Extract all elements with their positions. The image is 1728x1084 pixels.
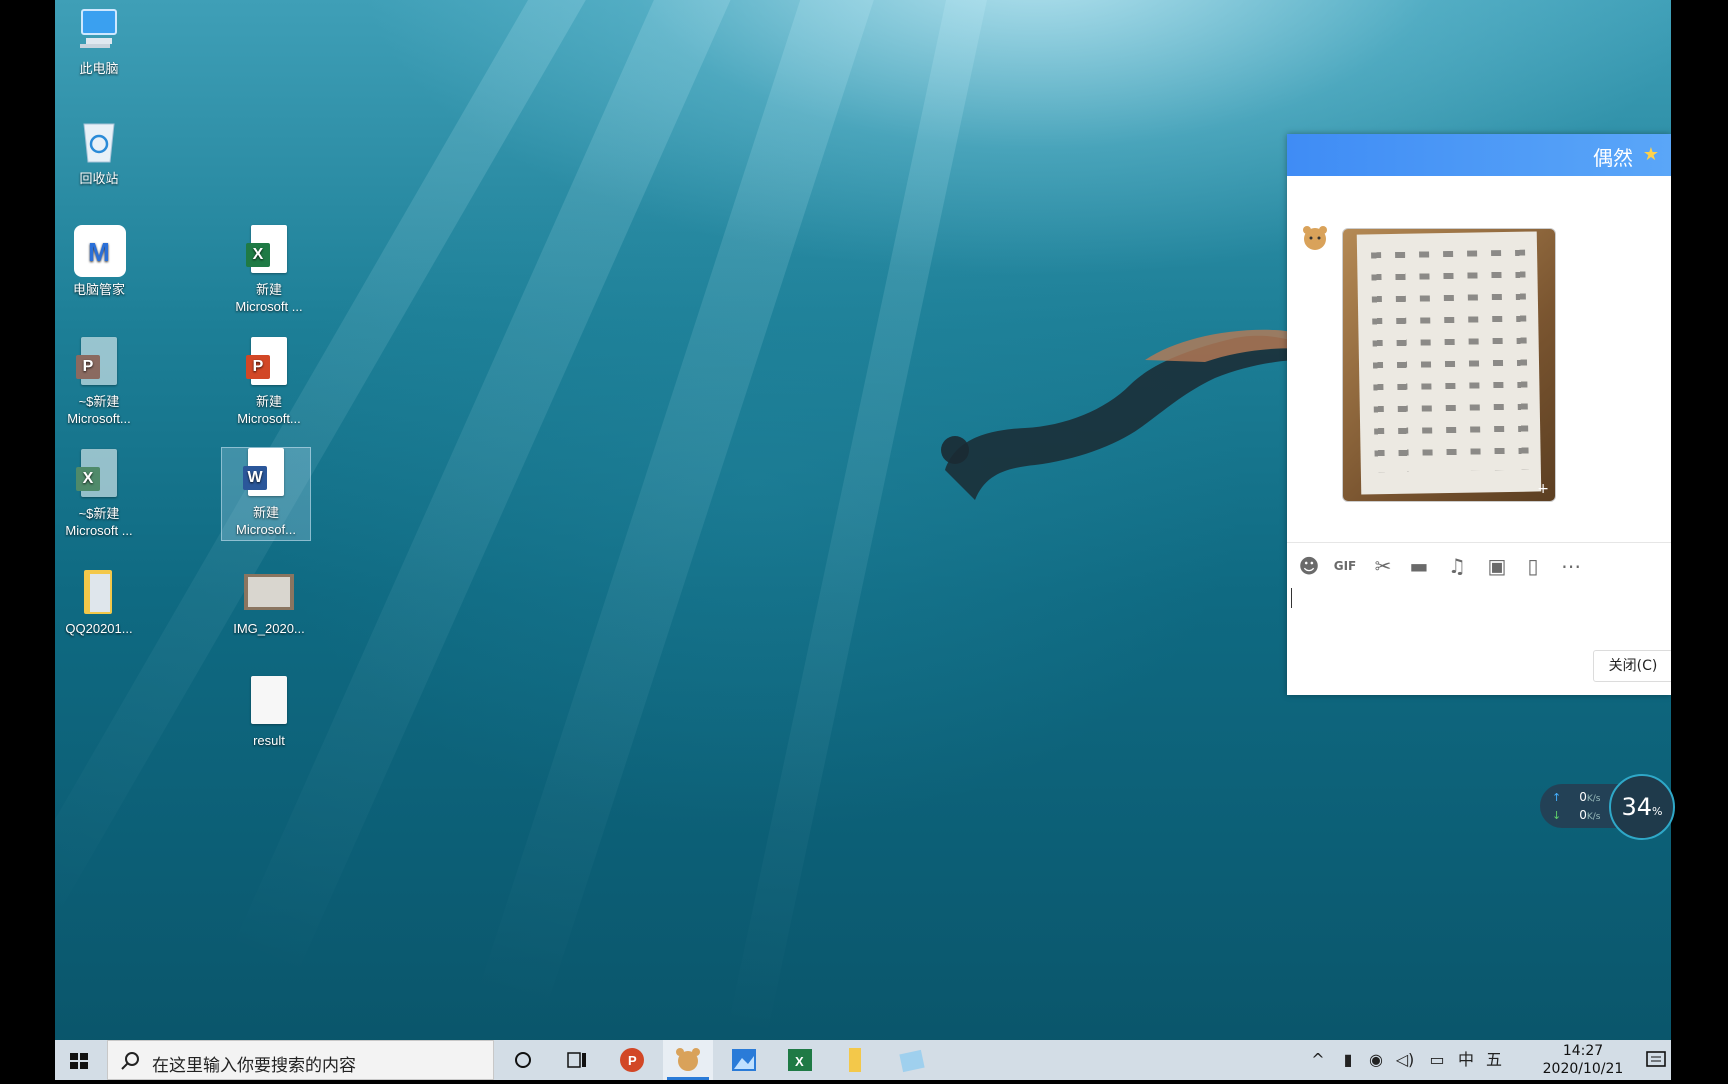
cortana-icon	[515, 1052, 531, 1068]
desktop-icon-result[interactable]: result	[225, 676, 313, 749]
screenshot-scissors-icon[interactable]: ✂	[1369, 552, 1397, 580]
upload-speed: ↑ 0K/s	[1552, 790, 1601, 804]
ime-mode-indicator[interactable]: 五	[1481, 1040, 1507, 1080]
notepad-icon	[899, 1049, 925, 1073]
message-input[interactable]	[1291, 588, 1292, 608]
battery-icon[interactable]: ▭	[1423, 1040, 1451, 1080]
desktop-icon-label: result	[253, 733, 285, 748]
notification-icon	[1646, 1051, 1666, 1067]
search-input[interactable]: 在这里输入你要搜索的内容	[107, 1040, 494, 1080]
desktop-icon-label: 新建 Microsof...	[236, 505, 296, 537]
gif-icon[interactable]: GIF	[1331, 552, 1359, 580]
taskbar-photos[interactable]	[719, 1040, 769, 1080]
cpu-usage-gauge: 34%	[1609, 774, 1675, 840]
desktop-icon-label: IMG_2020...	[233, 621, 305, 636]
search-placeholder: 在这里输入你要搜索的内容	[152, 1056, 356, 1076]
svg-text:M: M	[88, 237, 110, 267]
photos-icon	[732, 1049, 756, 1071]
desktop-icon-label: 此电脑	[79, 61, 119, 76]
chat-header[interactable]: 偶然 ★	[1287, 134, 1671, 176]
download-arrow-icon: ↓	[1552, 809, 1562, 822]
excel-icon: X	[788, 1049, 812, 1071]
taskbar-file-explorer[interactable]	[831, 1040, 881, 1080]
powerpoint-file-icon: P	[242, 337, 296, 391]
desktop-icon-label: QQ20201...	[65, 621, 133, 636]
net-speed-widget[interactable]: ↑ 0K/s ↓ 0K/s 34%	[1540, 774, 1675, 840]
computer-icon	[72, 4, 126, 58]
qq-avatar-icon	[676, 1048, 700, 1071]
image-icon[interactable]: ▣	[1483, 552, 1511, 580]
taskbar: 在这里输入你要搜索的内容 P X ^ ▮ ◉ ◁) ▭ 中 五 14:27 20…	[55, 1040, 1671, 1080]
desktop-icon-label: 回收站	[79, 171, 119, 186]
recycle-bin-icon	[72, 114, 126, 168]
desktop-icon-ppt-temp[interactable]: P ~$新建 Microsoft...	[55, 337, 143, 427]
pc-manager-icon: M	[72, 225, 126, 279]
volume-icon[interactable]: ◁)	[1391, 1040, 1419, 1080]
desktop-icon-word-new[interactable]: W 新建 Microsof...	[221, 447, 311, 541]
desktop-icon-pc-manager[interactable]: M 电脑管家	[55, 225, 143, 298]
ime-language-indicator[interactable]: 中	[1453, 1040, 1479, 1080]
powerpoint-temp-file-icon: P	[72, 337, 126, 391]
download-speed: ↓ 0K/s	[1552, 808, 1601, 822]
paper-sheet	[1356, 231, 1542, 495]
taskbar-excel[interactable]: X	[775, 1040, 825, 1080]
swimmer-image	[941, 329, 1325, 500]
light-ray	[476, 0, 884, 1017]
desktop-icon-recycle-bin[interactable]: 回收站	[55, 114, 143, 187]
message-photo[interactable]: +	[1342, 228, 1556, 502]
search-icon	[121, 1052, 139, 1070]
avatar[interactable]	[1301, 224, 1329, 252]
text-file-icon	[242, 676, 296, 730]
emoji-icon[interactable]: ☻	[1295, 552, 1323, 580]
word-file-icon: W	[239, 448, 293, 502]
windows-icon	[70, 1053, 88, 1069]
clock-time: 14:27	[1562, 1043, 1604, 1059]
start-button[interactable]	[55, 1040, 103, 1080]
excel-temp-file-icon: X	[72, 449, 126, 503]
clock[interactable]: 14:27 2020/10/21	[1535, 1042, 1631, 1078]
desktop-icon-label: 新建 Microsoft ...	[235, 282, 303, 314]
svg-text:X: X	[795, 1054, 804, 1069]
star-icon: ★	[1642, 144, 1659, 165]
excel-file-icon: X	[242, 225, 296, 279]
desktop-icon-excel-temp[interactable]: X ~$新建 Microsoft ...	[55, 449, 143, 539]
desktop-icon-this-pc[interactable]: 此电脑	[55, 4, 143, 77]
qq-tray-icon[interactable]: ◉	[1363, 1040, 1389, 1080]
desktop-icon-label: ~$新建 Microsoft ...	[65, 506, 133, 538]
task-view-button[interactable]	[552, 1040, 602, 1080]
chat-window[interactable]: 偶然 ★ + ☻ GIF ✂ ▬ ♫ ▣ ▯ ⋯ 关闭(C)	[1287, 134, 1671, 695]
svg-text:P: P	[628, 1053, 637, 1068]
taskbar-qq-chat[interactable]	[663, 1040, 713, 1080]
close-button[interactable]: 关闭(C)	[1593, 650, 1671, 682]
desktop-icon-label: 电脑管家	[72, 282, 125, 297]
desktop-icon-label: ~$新建 Microsoft...	[67, 394, 131, 426]
image-file-icon	[242, 564, 296, 618]
clock-date: 2020/10/21	[1542, 1061, 1624, 1077]
divider	[1287, 542, 1671, 543]
shake-icon[interactable]: ▯	[1519, 552, 1547, 580]
microphone-icon[interactable]: ▮	[1335, 1040, 1361, 1080]
desktop-icon-label: 新建 Microsoft...	[237, 394, 301, 426]
notification-center-button[interactable]	[1641, 1040, 1671, 1080]
more-icon[interactable]: ⋯	[1557, 552, 1585, 580]
show-hidden-icons-button[interactable]: ^	[1305, 1040, 1331, 1080]
desktop-icon-ppt-new[interactable]: P 新建 Microsoft...	[225, 337, 313, 427]
chevron-up-icon: ^	[1311, 1050, 1325, 1069]
file-explorer-icon	[849, 1048, 861, 1072]
powerpoint-icon: P	[620, 1048, 644, 1072]
desktop-icon-qq-folder[interactable]: QQ20201...	[55, 564, 143, 637]
zoom-plus-icon[interactable]: +	[1537, 481, 1549, 497]
chat-title: 偶然	[1593, 146, 1633, 170]
music-icon[interactable]: ♫	[1443, 552, 1471, 580]
taskbar-notepad[interactable]	[887, 1040, 937, 1080]
upload-arrow-icon: ↑	[1552, 791, 1562, 804]
desktop-icon-image[interactable]: IMG_2020...	[225, 564, 313, 637]
folder-icon[interactable]: ▬	[1405, 552, 1433, 580]
desktop-icon-excel-new[interactable]: X 新建 Microsoft ...	[225, 225, 313, 315]
task-view-icon	[567, 1052, 586, 1068]
cortana-button[interactable]	[498, 1040, 548, 1080]
folder-icon	[72, 564, 126, 618]
taskbar-powerpoint[interactable]: P	[607, 1040, 657, 1080]
